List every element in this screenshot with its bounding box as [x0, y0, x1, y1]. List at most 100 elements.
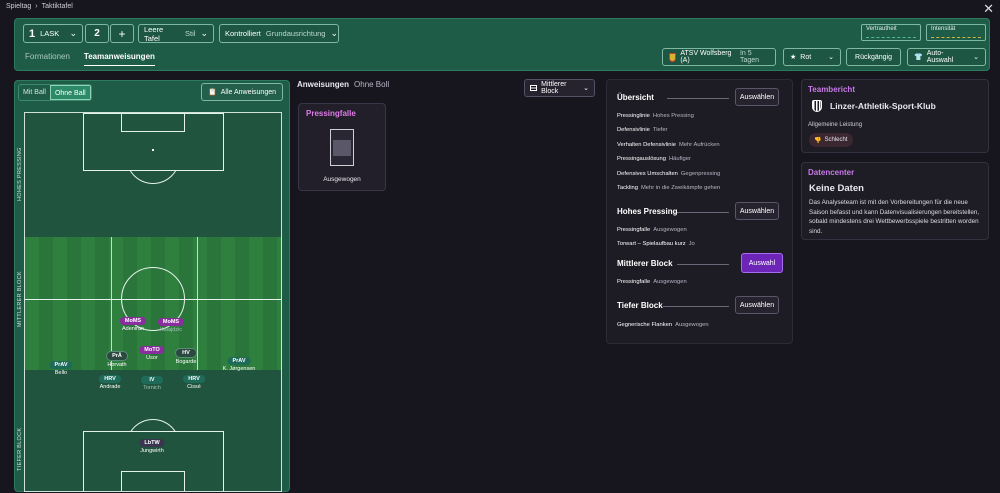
row-key: Verhalten Defensivlinie [617, 142, 676, 148]
team-report-header: Teambericht [808, 85, 855, 94]
player-name: Andrade [99, 384, 121, 390]
toggle-without-ball[interactable]: Ohne Ball [49, 85, 91, 100]
tab-team-instructions[interactable]: Teamanweisungen [83, 52, 155, 66]
performance-label: Allgemeine Leistung [808, 122, 863, 128]
club-row: Linzer-Athletik-Sport-Klub [812, 100, 936, 112]
card-title: Pressingfalle [306, 109, 356, 118]
instruction-row: Torwart – Spielaufbau kurz Jo [617, 241, 695, 247]
toggle-with-ball[interactable]: Mit Ball [19, 85, 50, 100]
familiarity-label: Vertrautheit [866, 26, 897, 32]
familiarity-bar [866, 37, 916, 38]
block-icon [530, 85, 538, 91]
player-name: Cissé [187, 384, 201, 390]
all-instructions-button[interactable]: 📋 Alle Anweisungen [201, 83, 283, 101]
all-instructions-label: Alle Anweisungen [220, 88, 276, 96]
row-value: Tiefer [652, 127, 668, 133]
add-tactic-button[interactable]: + [110, 24, 134, 43]
clipboard-icon: 📋 [208, 89, 217, 96]
style-value: Stil [185, 29, 196, 38]
close-icon[interactable]: ✕ [983, 1, 994, 17]
row-key: Defensives Umschalten [617, 171, 678, 177]
row-key: Pressingauslösung [617, 156, 666, 162]
intensity-bar [931, 37, 981, 38]
player-marker[interactable]: PrAV Bello [49, 361, 73, 376]
player-name: K. Jørgensen [222, 366, 256, 372]
kit-value: Rot [800, 53, 812, 61]
data-center-card: Datencenter Keine Daten Das Analyseteam … [801, 162, 989, 240]
player-role: PrAV [49, 361, 73, 369]
zone-separator [197, 237, 198, 370]
player-marker[interactable]: MoMS Kalajdzic [157, 318, 185, 333]
tactic-number: 1 [29, 27, 36, 40]
auto-select-dropdown[interactable]: 👕 Auto-Auswahl ⌄ [907, 48, 986, 66]
row-key: Pressingfalle [617, 227, 651, 233]
pressing-trap-card[interactable]: Pressingfalle Ausgewogen [298, 103, 386, 191]
player-name: Kalajdzic [159, 327, 183, 333]
row-value: Ausgewogen [653, 279, 687, 285]
chevron-right-icon: › [35, 3, 38, 10]
next-match-chip[interactable]: ATSV Wolfsberg (A) In 5 Tagen [662, 48, 776, 66]
mentality-value: Grundausrichtung [265, 29, 326, 38]
select-button-active[interactable]: Auswahl [741, 253, 783, 273]
player-role: LbTW [139, 439, 165, 447]
undo-button[interactable]: Rückgängig [846, 48, 901, 66]
player-marker[interactable]: MoTO Usor [139, 346, 165, 361]
tactics-header: 1 LASK ⌄ 2 + Leere Tafel Stil ⌄ Kontroll… [14, 18, 990, 71]
tactic-selector[interactable]: 1 LASK ⌄ [23, 24, 83, 43]
select-button[interactable]: Auswählen [735, 88, 779, 106]
mentality-label: Kontrolliert [225, 29, 261, 38]
block-select[interactable]: Mittlerer Block ⌄ [524, 79, 595, 97]
section-title: Hohes Pressing [617, 207, 678, 216]
chevron-down-icon: ⌄ [69, 28, 77, 38]
data-center-header: Datencenter [808, 168, 855, 177]
instruction-row: Pressingauslösung Häufiger [617, 156, 691, 162]
player-marker[interactable]: HRV Andrade [99, 375, 121, 390]
player-marker[interactable]: PrAV K. Jørgensen [222, 357, 256, 372]
player-marker[interactable]: HRV Cissé [183, 375, 205, 390]
player-marker[interactable]: HV Bogarde [175, 348, 197, 365]
mentality-dropdown[interactable]: Kontrolliert Grundausrichtung ⌄ [219, 24, 339, 43]
player-marker[interactable]: IV Tornich [141, 376, 163, 391]
instruction-row: Pressinglinie Hohes Pressing [617, 113, 694, 119]
shirt-icon: 👕 [914, 54, 923, 61]
familiarity-meter[interactable]: Vertrautheit [861, 24, 921, 41]
block-select-value: Mittlerer Block [541, 81, 567, 95]
player-role: IV [141, 376, 163, 384]
instruction-row: Defensivlinie Tiefer [617, 127, 667, 133]
instruction-row: Pressingfalle Ausgewogen [617, 227, 687, 233]
select-button[interactable]: Auswählen [735, 296, 779, 314]
style-label: Leere Tafel [144, 24, 164, 43]
divider [677, 212, 729, 213]
instruction-row: Tackling Mehr in die Zweikämpfe gehen [617, 185, 720, 191]
mini-pitch-icon [330, 129, 354, 166]
player-marker[interactable]: LbTW Jungwirth [139, 439, 165, 454]
tab-formations[interactable]: Formationen [25, 52, 70, 66]
pitch-panel: Mit Ball Ohne Ball 📋 Alle Anweisungen HO… [14, 80, 290, 492]
team-report-card: Teambericht Linzer-Athletik-Sport-Klub A… [801, 79, 989, 153]
zone-label-mid: MITTLERER BLOCK [17, 271, 23, 327]
zone-label-high: HOHES PRESSING [17, 147, 23, 201]
row-value: Hohes Pressing [652, 113, 694, 119]
breadcrumb-root[interactable]: Spieltag [6, 3, 31, 10]
select-button[interactable]: Auswählen [735, 202, 779, 220]
thumbs-down-icon: 👎 [814, 137, 822, 144]
tactic-slot-two[interactable]: 2 [85, 24, 109, 43]
next-opponent: ATSV Wolfsberg (A) [680, 50, 732, 64]
penalty-spot-top [152, 149, 154, 151]
style-dropdown[interactable]: Leere Tafel Stil ⌄ [138, 24, 214, 43]
row-key: Defensivlinie [617, 127, 650, 133]
kit-dropdown[interactable]: ★ Rot ⌄ [783, 48, 841, 66]
overview-panel: Übersicht Auswählen Pressinglinie Hohes P… [606, 79, 793, 344]
chevron-down-icon: ⌄ [973, 54, 979, 61]
intensity-meter[interactable]: Intensität [926, 24, 986, 41]
tactics-pitch: HOHES PRESSING MITTLERER BLOCK TIEFER BL… [17, 112, 282, 492]
player-name: Jungwirth [140, 448, 164, 454]
row-value: Mehr in die Zweikämpfe gehen [640, 185, 721, 191]
club-crest-icon [669, 52, 677, 62]
player-marker[interactable]: PrÄ Horvath [106, 351, 128, 368]
player-name: Bogarde [175, 359, 197, 365]
next-match-when: In 5 Tagen [739, 50, 760, 64]
data-center-title: Keine Daten [809, 183, 864, 194]
possession-toggle: Mit Ball Ohne Ball [18, 84, 92, 101]
player-marker[interactable]: MoMS Adeniran [119, 317, 147, 332]
